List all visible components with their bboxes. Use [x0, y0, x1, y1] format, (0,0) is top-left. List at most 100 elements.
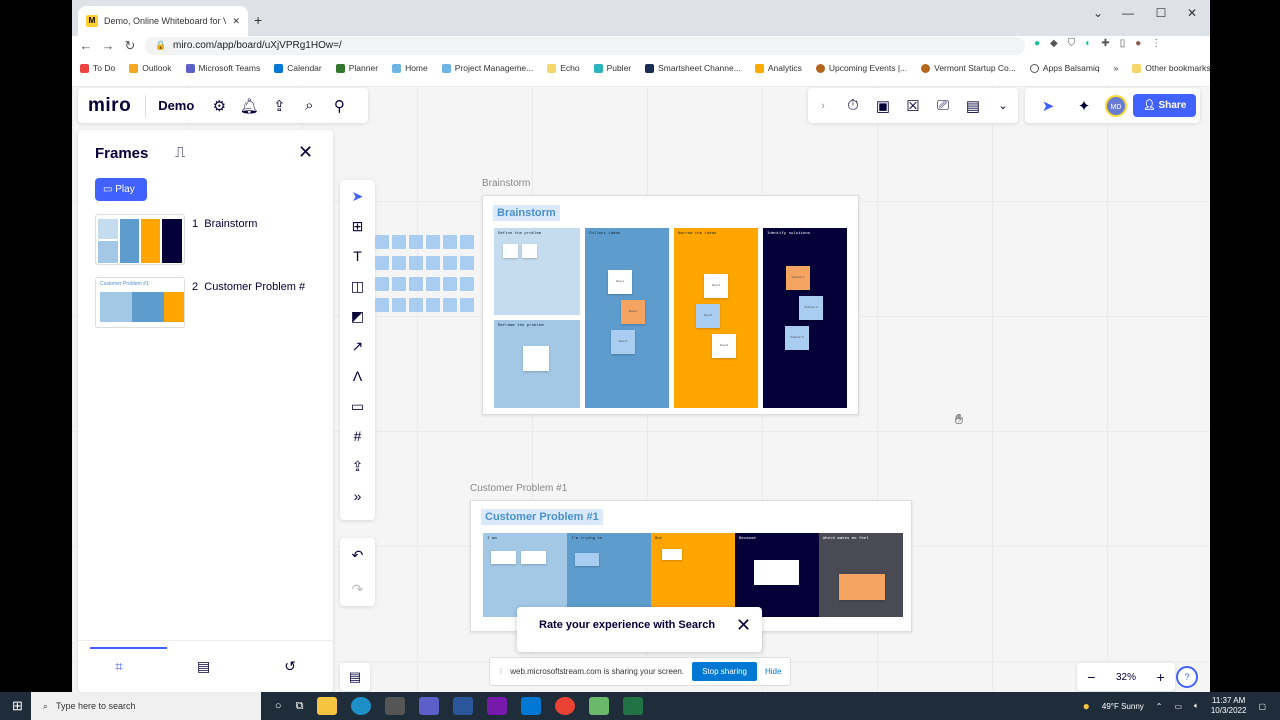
sticky-note[interactable]: Idea 2	[621, 300, 645, 324]
sticky-note-icon[interactable]: ◫	[346, 278, 370, 300]
clock[interactable]: 11:37 AM 10/3/2022	[1211, 696, 1247, 716]
bookmark-to-do[interactable]: To Do	[80, 63, 115, 73]
hide-link[interactable]: Hide	[765, 667, 781, 676]
sticky-note[interactable]	[375, 298, 389, 312]
back-icon[interactable]: ←	[78, 38, 94, 53]
zoom-in-icon[interactable]: +	[1157, 669, 1165, 685]
network-icon[interactable]: ▭	[1174, 702, 1182, 711]
forward-icon[interactable]: →	[100, 38, 116, 53]
sticky-notes-group[interactable]	[375, 235, 477, 315]
timer-icon[interactable]: ⏱	[838, 97, 868, 114]
cortana-icon[interactable]: ○	[275, 700, 282, 712]
shapes-icon[interactable]: ◩	[346, 308, 370, 330]
select-cursor-icon[interactable]: ➤	[346, 188, 370, 210]
sticky-note[interactable]	[409, 235, 423, 249]
sticky-note[interactable]	[426, 256, 440, 270]
pen-icon[interactable]: Ʌ	[346, 368, 370, 390]
settings-icon[interactable]: ⚙	[204, 97, 234, 115]
maximize-icon[interactable]: ☐	[1151, 6, 1171, 20]
help-icon[interactable]: ?	[1176, 666, 1198, 688]
bell-icon[interactable]: 🔔︎	[234, 97, 264, 115]
presentation-icon[interactable]: ⎍	[175, 144, 186, 161]
sticky-note[interactable]	[460, 256, 474, 270]
task-view-icon[interactable]: ⧉	[296, 700, 304, 713]
frame-brainstorm[interactable]: Brainstorm Define the problem Reframe th…	[482, 195, 859, 415]
sticky-note[interactable]	[392, 256, 406, 270]
sticky-note[interactable]	[460, 298, 474, 312]
profile-avatar[interactable]: ●	[1135, 38, 1141, 49]
bookmark-other[interactable]: Other bookmarks	[1132, 63, 1211, 73]
sticky-note[interactable]	[392, 235, 406, 249]
sticky-note[interactable]: Idea 6	[712, 334, 736, 358]
file-explorer-icon[interactable]	[317, 697, 338, 715]
frame-icon[interactable]: #	[346, 428, 370, 450]
stop-sharing-button[interactable]: Stop sharing	[692, 662, 757, 681]
notes-icon[interactable]: ▤	[958, 97, 988, 115]
frame-thumbnail-brainstorm[interactable]	[95, 214, 185, 265]
extension-icon[interactable]: ◆	[1050, 38, 1058, 49]
redo-icon[interactable]: ↷	[352, 581, 364, 598]
address-bar[interactable]: 🔒 miro.com/app/board/uXjVPRg1HOw=/	[145, 37, 1025, 55]
sticky-note[interactable]	[575, 553, 599, 566]
sticky-note[interactable]: Idea 3	[611, 330, 635, 354]
sticky-note[interactable]	[491, 551, 516, 564]
frame-item-brainstorm[interactable]: 1 Brainstorm	[192, 218, 257, 230]
avatar[interactable]: MD	[1105, 94, 1127, 117]
chevron-up-icon[interactable]: ⌃	[1156, 702, 1163, 711]
voting-icon[interactable]: ☒	[898, 97, 928, 115]
sticky-note[interactable]	[426, 235, 440, 249]
play-button[interactable]: ▭ Play	[95, 178, 147, 201]
sticky-note[interactable]	[375, 277, 389, 291]
sticky-note[interactable]	[522, 244, 537, 258]
miro-logo[interactable]: miro	[88, 95, 131, 117]
chevron-down-icon[interactable]: ⌄	[1088, 6, 1108, 20]
shield-icon[interactable]: ⛉	[1068, 38, 1076, 49]
close-icon[interactable]: ✕	[736, 615, 751, 636]
close-tab-icon[interactable]: ✕	[232, 16, 240, 27]
puzzle-icon[interactable]: ✚	[1101, 38, 1109, 49]
sticky-note[interactable]: Idea 5	[696, 304, 720, 328]
sticky-note[interactable]	[375, 256, 389, 270]
bookmark-vermont-startup[interactable]: Vermont Startup Co...	[921, 63, 1016, 73]
close-icon[interactable]: ✕	[298, 142, 313, 163]
grammarly-icon[interactable]: ●	[1034, 38, 1040, 49]
search-icon[interactable]: ⌕	[294, 97, 324, 114]
store-icon[interactable]	[385, 697, 406, 715]
windows-start-icon[interactable]: ⊞	[12, 698, 23, 714]
sticky-note[interactable]	[409, 256, 423, 270]
sticky-note[interactable]	[460, 277, 474, 291]
chevron-right-icon[interactable]: ›	[808, 100, 838, 112]
bookmark-planner[interactable]: Planner	[335, 63, 378, 73]
upload-icon[interactable]: ⇪	[346, 458, 370, 480]
sticky-note[interactable]	[426, 298, 440, 312]
more-tools-icon[interactable]: »	[346, 488, 370, 510]
frame-item-customer-problem[interactable]: 2 Customer Problem #	[192, 281, 305, 293]
volume-icon[interactable]: 🔈︎	[1194, 701, 1199, 711]
frame-label-customer-problem[interactable]: Customer Problem #1	[470, 483, 567, 494]
bookmark-smartsheet[interactable]: Smartsheet Channe...	[645, 63, 741, 73]
edge-icon[interactable]	[351, 697, 372, 715]
sticky-note[interactable]	[375, 235, 389, 249]
frame-label-brainstorm[interactable]: Brainstorm	[482, 178, 530, 189]
sticky-note[interactable]	[521, 551, 546, 564]
taskbar-search[interactable]: ⌕ Type here to search	[30, 692, 261, 720]
outlook-icon[interactable]	[521, 697, 542, 715]
bookmark-publer[interactable]: Publer	[593, 63, 631, 73]
upload-icon[interactable]: ⇪	[264, 97, 294, 115]
bookmark-calendar[interactable]: Calendar	[274, 63, 322, 73]
sticky-note[interactable]	[426, 277, 440, 291]
sticky-note[interactable]: Idea 4	[704, 274, 728, 298]
bookmark-echo[interactable]: Echo	[547, 63, 580, 73]
sticky-note[interactable]	[754, 560, 799, 585]
sticky-note[interactable]	[443, 256, 457, 270]
frames-tab-icon[interactable]: ⌗	[115, 658, 123, 675]
plug-icon[interactable]: ⚲	[324, 97, 354, 115]
zoom-level[interactable]: 32%	[1116, 672, 1136, 683]
templates-icon[interactable]: ⊞	[346, 218, 370, 240]
bookmark-teams[interactable]: Microsoft Teams	[185, 63, 260, 73]
sticky-note[interactable]	[392, 277, 406, 291]
new-tab-icon[interactable]: +	[254, 12, 262, 28]
frame-thumbnail-customer-problem[interactable]: Customer Problem #1	[95, 277, 185, 328]
bookmark-upcoming-events[interactable]: Upcoming Events |...	[815, 63, 907, 73]
sticky-note[interactable]	[409, 277, 423, 291]
